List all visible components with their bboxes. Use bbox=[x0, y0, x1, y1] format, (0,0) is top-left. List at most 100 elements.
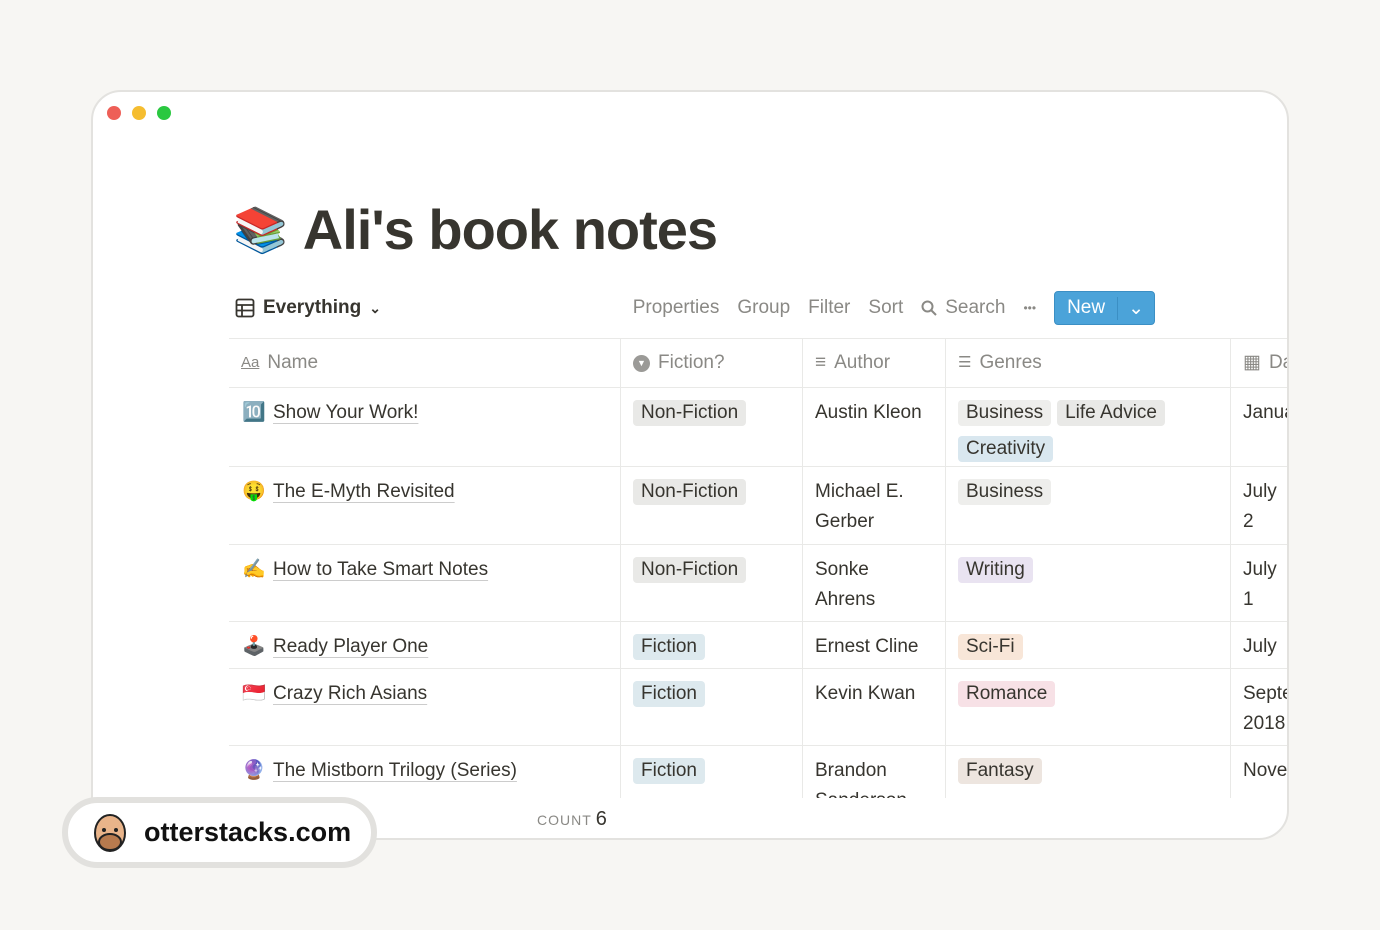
column-label: Da bbox=[1268, 352, 1287, 373]
book-name[interactable]: Crazy Rich Asians bbox=[273, 683, 427, 704]
fiction-cell[interactable]: Fiction bbox=[621, 746, 803, 798]
group-button[interactable]: Group bbox=[737, 297, 790, 319]
book-emoji-icon: 🇸🇬 bbox=[242, 683, 266, 704]
select-property-icon: ▼ bbox=[633, 354, 650, 372]
books-icon: 📚 bbox=[233, 205, 288, 255]
genres-cell[interactable]: Business bbox=[946, 467, 1231, 544]
fiction-cell[interactable]: Fiction bbox=[621, 622, 803, 668]
more-icon[interactable]: ••• bbox=[1023, 301, 1036, 315]
date-cell[interactable]: Nove bbox=[1231, 746, 1287, 798]
date-cell[interactable]: Septe 2018 bbox=[1231, 669, 1287, 745]
badge-text: otterstacks.com bbox=[144, 817, 352, 847]
list-icon: ☰ bbox=[958, 354, 972, 371]
column-header-date[interactable]: ▦ Da bbox=[1231, 339, 1287, 387]
table-row[interactable]: 🔟 Show Your Work! Non-Fiction Austin Kleo… bbox=[229, 387, 1287, 466]
chevron-down-icon: ⌄ bbox=[369, 299, 381, 316]
genre-tag: Fantasy bbox=[958, 758, 1042, 784]
view-selector[interactable]: Everything ⌄ bbox=[235, 297, 381, 319]
column-header-fiction[interactable]: ▼ Fiction? bbox=[621, 339, 803, 387]
date-cell[interactable]: July 2 bbox=[1231, 622, 1287, 668]
fiction-tag: Fiction bbox=[633, 758, 705, 784]
name-cell[interactable]: 🔮 The Mistborn Trilogy (Series) bbox=[229, 746, 621, 798]
book-name[interactable]: How to Take Smart Notes bbox=[273, 559, 488, 580]
watermark-badge: otterstacks.com bbox=[62, 797, 377, 868]
column-header-genres[interactable]: ☰ Genres bbox=[946, 339, 1231, 387]
name-cell[interactable]: 🇸🇬 Crazy Rich Asians bbox=[229, 669, 621, 745]
column-label: Name bbox=[267, 352, 319, 373]
book-name[interactable]: The E-Myth Revisited bbox=[273, 481, 455, 502]
column-label: Genres bbox=[979, 352, 1042, 373]
genres-cell[interactable]: Fantasy bbox=[946, 746, 1231, 798]
table-row[interactable]: ✍️ How to Take Smart Notes Non-Fiction So… bbox=[229, 544, 1287, 621]
date-cell[interactable]: Janua bbox=[1231, 388, 1287, 466]
author-cell[interactable]: Austin Kleon bbox=[803, 388, 946, 466]
fiction-tag: Non-Fiction bbox=[633, 557, 747, 583]
genre-tag: Life Advice bbox=[1057, 400, 1166, 426]
date-cell[interactable]: July 2 bbox=[1231, 467, 1287, 544]
genre-tag: Business bbox=[958, 400, 1052, 426]
table-row[interactable]: 🤑 The E-Myth Revisited Non-Fiction Michae… bbox=[229, 466, 1287, 544]
fiction-cell[interactable]: Non-Fiction bbox=[621, 388, 803, 466]
genres-cell[interactable]: Writing bbox=[946, 545, 1231, 621]
book-name[interactable]: Show Your Work! bbox=[273, 402, 418, 423]
author-cell[interactable]: Ernest Cline bbox=[803, 622, 946, 668]
genres-cell[interactable]: Romance bbox=[946, 669, 1231, 745]
search-button[interactable]: Search bbox=[921, 297, 1005, 319]
date-cell[interactable]: July 1 bbox=[1231, 545, 1287, 621]
maximize-button[interactable] bbox=[157, 106, 171, 120]
column-header-name[interactable]: Aa Name bbox=[229, 339, 621, 387]
genres-cell[interactable]: Sci-Fi bbox=[946, 622, 1231, 668]
genres-cell[interactable]: Business Life AdviceCreativity bbox=[946, 388, 1231, 466]
database-table: Aa Name ▼ Fiction? ≡ Author ☰ Genres ▦ Da 🔟 Sh… bbox=[229, 338, 1287, 798]
search-label: Search bbox=[945, 297, 1006, 318]
fiction-tag: Non-Fiction bbox=[633, 479, 747, 505]
genre-tag: Sci-Fi bbox=[958, 634, 1023, 660]
column-label: Fiction? bbox=[658, 352, 725, 373]
author-cell[interactable]: Sonke Ahrens bbox=[803, 545, 946, 621]
book-emoji-icon: 🕹️ bbox=[242, 636, 266, 657]
new-label: New bbox=[1067, 297, 1106, 318]
fiction-cell[interactable]: Fiction bbox=[621, 669, 803, 745]
fiction-tag: Fiction bbox=[633, 681, 705, 707]
properties-button[interactable]: Properties bbox=[633, 297, 720, 319]
author-cell[interactable]: Brandon Sanderson bbox=[803, 746, 946, 798]
table-row[interactable]: 🔮 The Mistborn Trilogy (Series) Fiction B… bbox=[229, 745, 1287, 798]
table-row[interactable]: 🇸🇬 Crazy Rich Asians Fiction Kevin Kwan R… bbox=[229, 668, 1287, 745]
calendar-icon: ▦ bbox=[1243, 352, 1261, 373]
count-label: COUNT bbox=[537, 812, 592, 828]
genre-tag: Romance bbox=[958, 681, 1056, 707]
table-icon bbox=[235, 298, 255, 318]
column-label: Author bbox=[834, 352, 891, 373]
close-button[interactable] bbox=[107, 106, 121, 120]
filter-button[interactable]: Filter bbox=[808, 297, 850, 319]
book-name[interactable]: Ready Player One bbox=[273, 636, 428, 657]
author-cell[interactable]: Michael E. Gerber bbox=[803, 467, 946, 544]
text-lines-icon: ≡ bbox=[815, 352, 827, 373]
page-title-text: Ali's book notes bbox=[302, 198, 718, 261]
name-cell[interactable]: ✍️ How to Take Smart Notes bbox=[229, 545, 621, 621]
table-row[interactable]: 🕹️ Ready Player One Fiction Ernest Cline … bbox=[229, 621, 1287, 668]
fiction-tag: Fiction bbox=[633, 634, 705, 660]
column-header-author[interactable]: ≡ Author bbox=[803, 339, 946, 387]
fiction-cell[interactable]: Non-Fiction bbox=[621, 545, 803, 621]
book-emoji-icon: 🔮 bbox=[242, 760, 266, 781]
sort-button[interactable]: Sort bbox=[868, 297, 903, 319]
name-cell[interactable]: 🔟 Show Your Work! bbox=[229, 388, 621, 466]
chevron-down-icon[interactable]: ⌄ bbox=[1117, 296, 1154, 320]
minimize-button[interactable] bbox=[132, 106, 146, 120]
view-name: Everything bbox=[263, 297, 362, 318]
app-window: 📚 Ali's book notes Everything ⌄ Properti… bbox=[91, 90, 1289, 840]
window-controls bbox=[107, 106, 171, 120]
book-emoji-icon: 🔟 bbox=[242, 402, 266, 423]
book-emoji-icon: ✍️ bbox=[242, 559, 266, 580]
genre-tag: Creativity bbox=[958, 436, 1054, 462]
text-property-icon: Aa bbox=[241, 354, 260, 371]
new-button[interactable]: New ⌄ bbox=[1054, 291, 1155, 325]
name-cell[interactable]: 🤑 The E-Myth Revisited bbox=[229, 467, 621, 544]
count-footer: COUNT 6 bbox=[537, 808, 608, 831]
fiction-cell[interactable]: Non-Fiction bbox=[621, 467, 803, 544]
table-header: Aa Name ▼ Fiction? ≡ Author ☰ Genres ▦ Da bbox=[229, 338, 1287, 387]
book-name[interactable]: The Mistborn Trilogy (Series) bbox=[273, 760, 517, 781]
author-cell[interactable]: Kevin Kwan bbox=[803, 669, 946, 745]
name-cell[interactable]: 🕹️ Ready Player One bbox=[229, 622, 621, 668]
